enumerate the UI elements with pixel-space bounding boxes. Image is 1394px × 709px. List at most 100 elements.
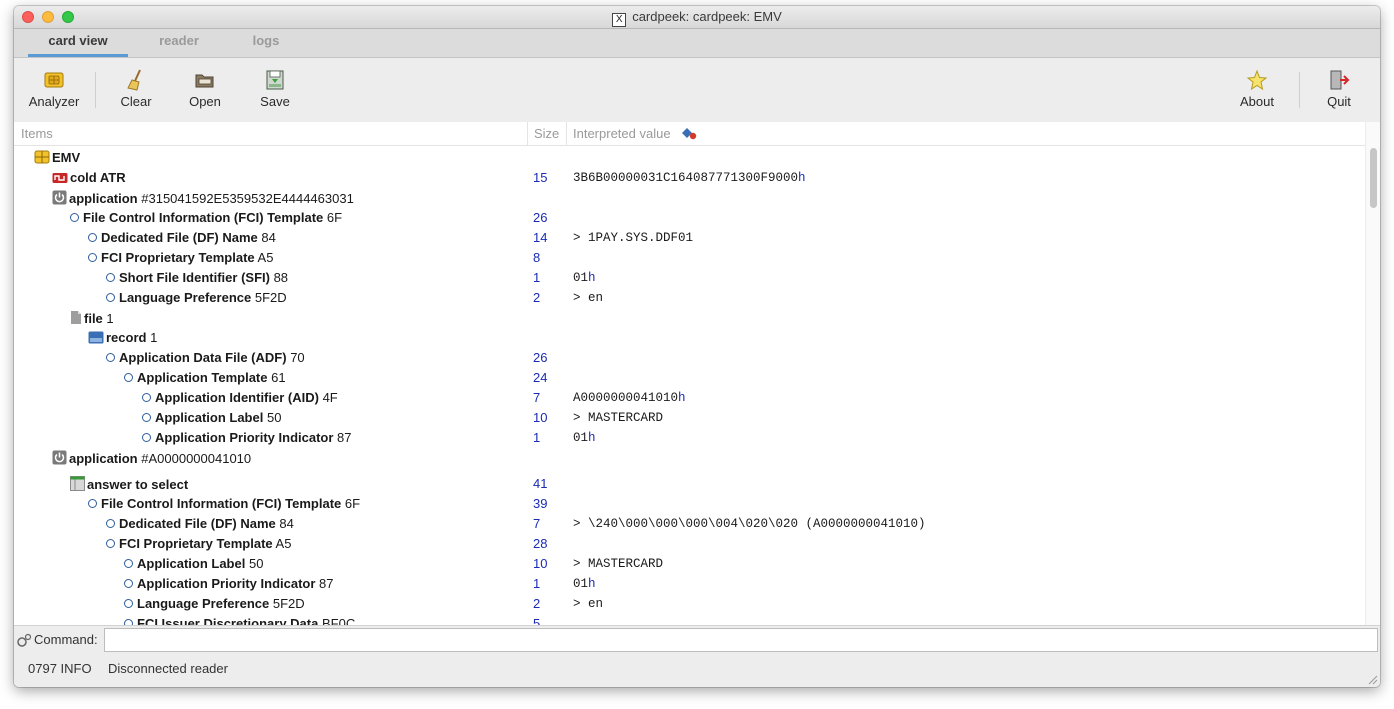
tree-item-value-text: 3B6B00000031C164087771300F9000	[573, 171, 799, 185]
tree-item-name: Application Label	[137, 556, 246, 571]
tree-item-size: 8	[533, 250, 541, 265]
tree-row[interactable]: Dedicated File (DF) Name 84 14 > 1PAY.SYS.…	[14, 228, 1366, 248]
tree-row[interactable]: Application Template 61 24	[14, 368, 1366, 388]
save-label: Save	[260, 94, 290, 109]
tree-row[interactable]: Dedicated File (DF) Name 84 7 > \240\000\0…	[14, 514, 1366, 534]
tree-item-tag: 87	[337, 430, 352, 445]
tree-item-value-text: > \240\000\000\000\004\020\020 (A0000000…	[573, 517, 926, 531]
bullet-icon	[106, 536, 119, 551]
tree-row[interactable]: FCI Issuer Discretionary Data BF0C 5	[14, 614, 1366, 625]
power-icon	[52, 190, 69, 206]
resize-grip-icon[interactable]	[1366, 673, 1378, 685]
command-label: Command:	[34, 632, 98, 647]
tree-item: cold ATR	[52, 170, 126, 185]
tree-item-size: 2	[533, 596, 541, 611]
quit-button[interactable]: Quit	[1304, 68, 1374, 109]
tree-row[interactable]: file 1	[14, 308, 1366, 328]
tree-row[interactable]: Language Preference 5F2D 2 > en	[14, 288, 1366, 308]
card-tree-view[interactable]: Items Size Interpreted value EMV cold ATR…	[14, 122, 1380, 625]
bullet-icon	[124, 576, 137, 591]
vertical-scrollbar[interactable]	[1365, 122, 1380, 625]
tree-row[interactable]: Short File Identifier (SFI) 88 1 01h	[14, 268, 1366, 288]
analyzer-button[interactable]: Analyzer	[19, 68, 89, 109]
tree-item-tag: 50	[266, 410, 282, 425]
tree-item-name: answer to select	[87, 477, 189, 492]
tree-item-name: record	[106, 330, 147, 345]
tree-item: Application Priority Indicator 87	[142, 430, 352, 445]
tree-row[interactable]: File Control Information (FCI) Template …	[14, 494, 1366, 514]
tree-item-value-text: 01	[573, 577, 589, 591]
tree-row[interactable]: Application Priority Indicator 87 1 01h	[14, 574, 1366, 594]
tree-item-tag: 5F2D	[254, 290, 287, 305]
tree-item-value-text: > 1PAY.SYS.DDF01	[573, 231, 694, 245]
tree-item-size: 28	[533, 536, 548, 551]
tree-item-name: FCI Proprietary Template	[119, 536, 273, 551]
tree-item-tag: #A0000000041010	[141, 451, 252, 466]
broom-icon	[127, 69, 141, 91]
column-divider	[566, 122, 567, 145]
tab-card-view[interactable]: card view	[28, 29, 128, 57]
tree-row[interactable]: Application Priority Indicator 87 1 01h	[14, 428, 1366, 448]
tree-item-size: 14	[533, 230, 548, 245]
tree-item: FCI Issuer Discretionary Data BF0C	[124, 616, 355, 625]
bullet-icon	[88, 496, 101, 511]
tree-item-size: 26	[533, 350, 548, 365]
tab-reader[interactable]: reader	[149, 29, 209, 57]
command-input[interactable]	[104, 628, 1378, 652]
bullet-icon	[106, 350, 119, 365]
tree-item-name: cold ATR	[70, 170, 126, 185]
tree-header: Items Size Interpreted value	[14, 122, 1380, 146]
tree-item-tag: 1	[106, 311, 114, 326]
tree-item-tag: 70	[290, 350, 305, 365]
tree-row[interactable]: Application Label 50 10 > MASTERCARD	[14, 408, 1366, 428]
tree-row[interactable]: File Control Information (FCI) Template …	[14, 208, 1366, 228]
tree-item-size: 7	[533, 516, 541, 531]
tree-item: Application Label 50	[124, 556, 263, 571]
tree-row[interactable]: Application Label 50 10 > MASTERCARD	[14, 554, 1366, 574]
tree-item: Language Preference 5F2D	[106, 290, 287, 305]
open-button[interactable]: Open	[170, 68, 240, 109]
tree-row[interactable]: FCI Proprietary Template A5 8	[14, 248, 1366, 268]
value-format-toggle-icon[interactable]	[680, 126, 698, 140]
quit-label: Quit	[1327, 94, 1351, 109]
tree-item-name: Application Priority Indicator	[155, 430, 334, 445]
tree-row[interactable]: EMV	[14, 148, 1366, 168]
tree-row[interactable]: application #315041592E5359532E444446303…	[14, 188, 1366, 208]
tree-item-value: > MASTERCARD	[573, 411, 663, 425]
tree-item-name: Short File Identifier (SFI)	[119, 270, 270, 285]
tree-item-size: 41	[533, 476, 548, 491]
column-header-interpreted-value[interactable]: Interpreted value	[573, 126, 698, 141]
tree-row[interactable]: cold ATR 15 3B6B00000031C164087771300F9000…	[14, 168, 1366, 188]
tree-item-tag: 84	[261, 230, 276, 245]
tree-item-value-text: > MASTERCARD	[573, 411, 664, 425]
tree-row[interactable]: application #A0000000041010	[14, 448, 1366, 468]
about-button[interactable]: About	[1222, 68, 1292, 109]
scrollbar-thumb[interactable]	[1370, 148, 1377, 208]
tree-row[interactable]: record 1	[14, 328, 1366, 348]
tree-row[interactable]: FCI Proprietary Template A5 28	[14, 534, 1366, 554]
folder-open-icon	[195, 74, 214, 88]
tree-item: application #315041592E5359532E444446303…	[52, 190, 354, 206]
bullet-icon	[142, 430, 155, 445]
save-button[interactable]: Save	[240, 68, 310, 109]
tree-item-name: Language Preference	[119, 290, 252, 305]
tree-item-name: file	[84, 311, 103, 326]
clear-button[interactable]: Clear	[101, 68, 171, 109]
tree-item-value: A0000000041010h	[573, 391, 686, 405]
tab-logs[interactable]: logs	[236, 29, 296, 57]
tree-row[interactable]: Language Preference 5F2D 2 > en	[14, 594, 1366, 614]
tree-item: file 1	[70, 310, 114, 326]
tree-item-size: 7	[533, 390, 541, 405]
tree-item: Application Label 50	[142, 410, 281, 425]
open-label: Open	[189, 94, 221, 109]
column-header-size[interactable]: Size	[534, 126, 559, 141]
bullet-icon	[106, 290, 119, 305]
tree-item: record 1	[88, 330, 157, 345]
tree-row[interactable]: Application Identifier (AID) 4F 7 A0000000…	[14, 388, 1366, 408]
tree-item-value-text: > en	[573, 291, 604, 305]
tree-row[interactable]: Application Data File (ADF) 70 26	[14, 348, 1366, 368]
tree-item: Dedicated File (DF) Name 84	[88, 230, 276, 245]
tree-item: Short File Identifier (SFI) 88	[106, 270, 288, 285]
column-header-items[interactable]: Items	[21, 126, 53, 141]
tree-row[interactable]: answer to select 41	[14, 474, 1366, 494]
